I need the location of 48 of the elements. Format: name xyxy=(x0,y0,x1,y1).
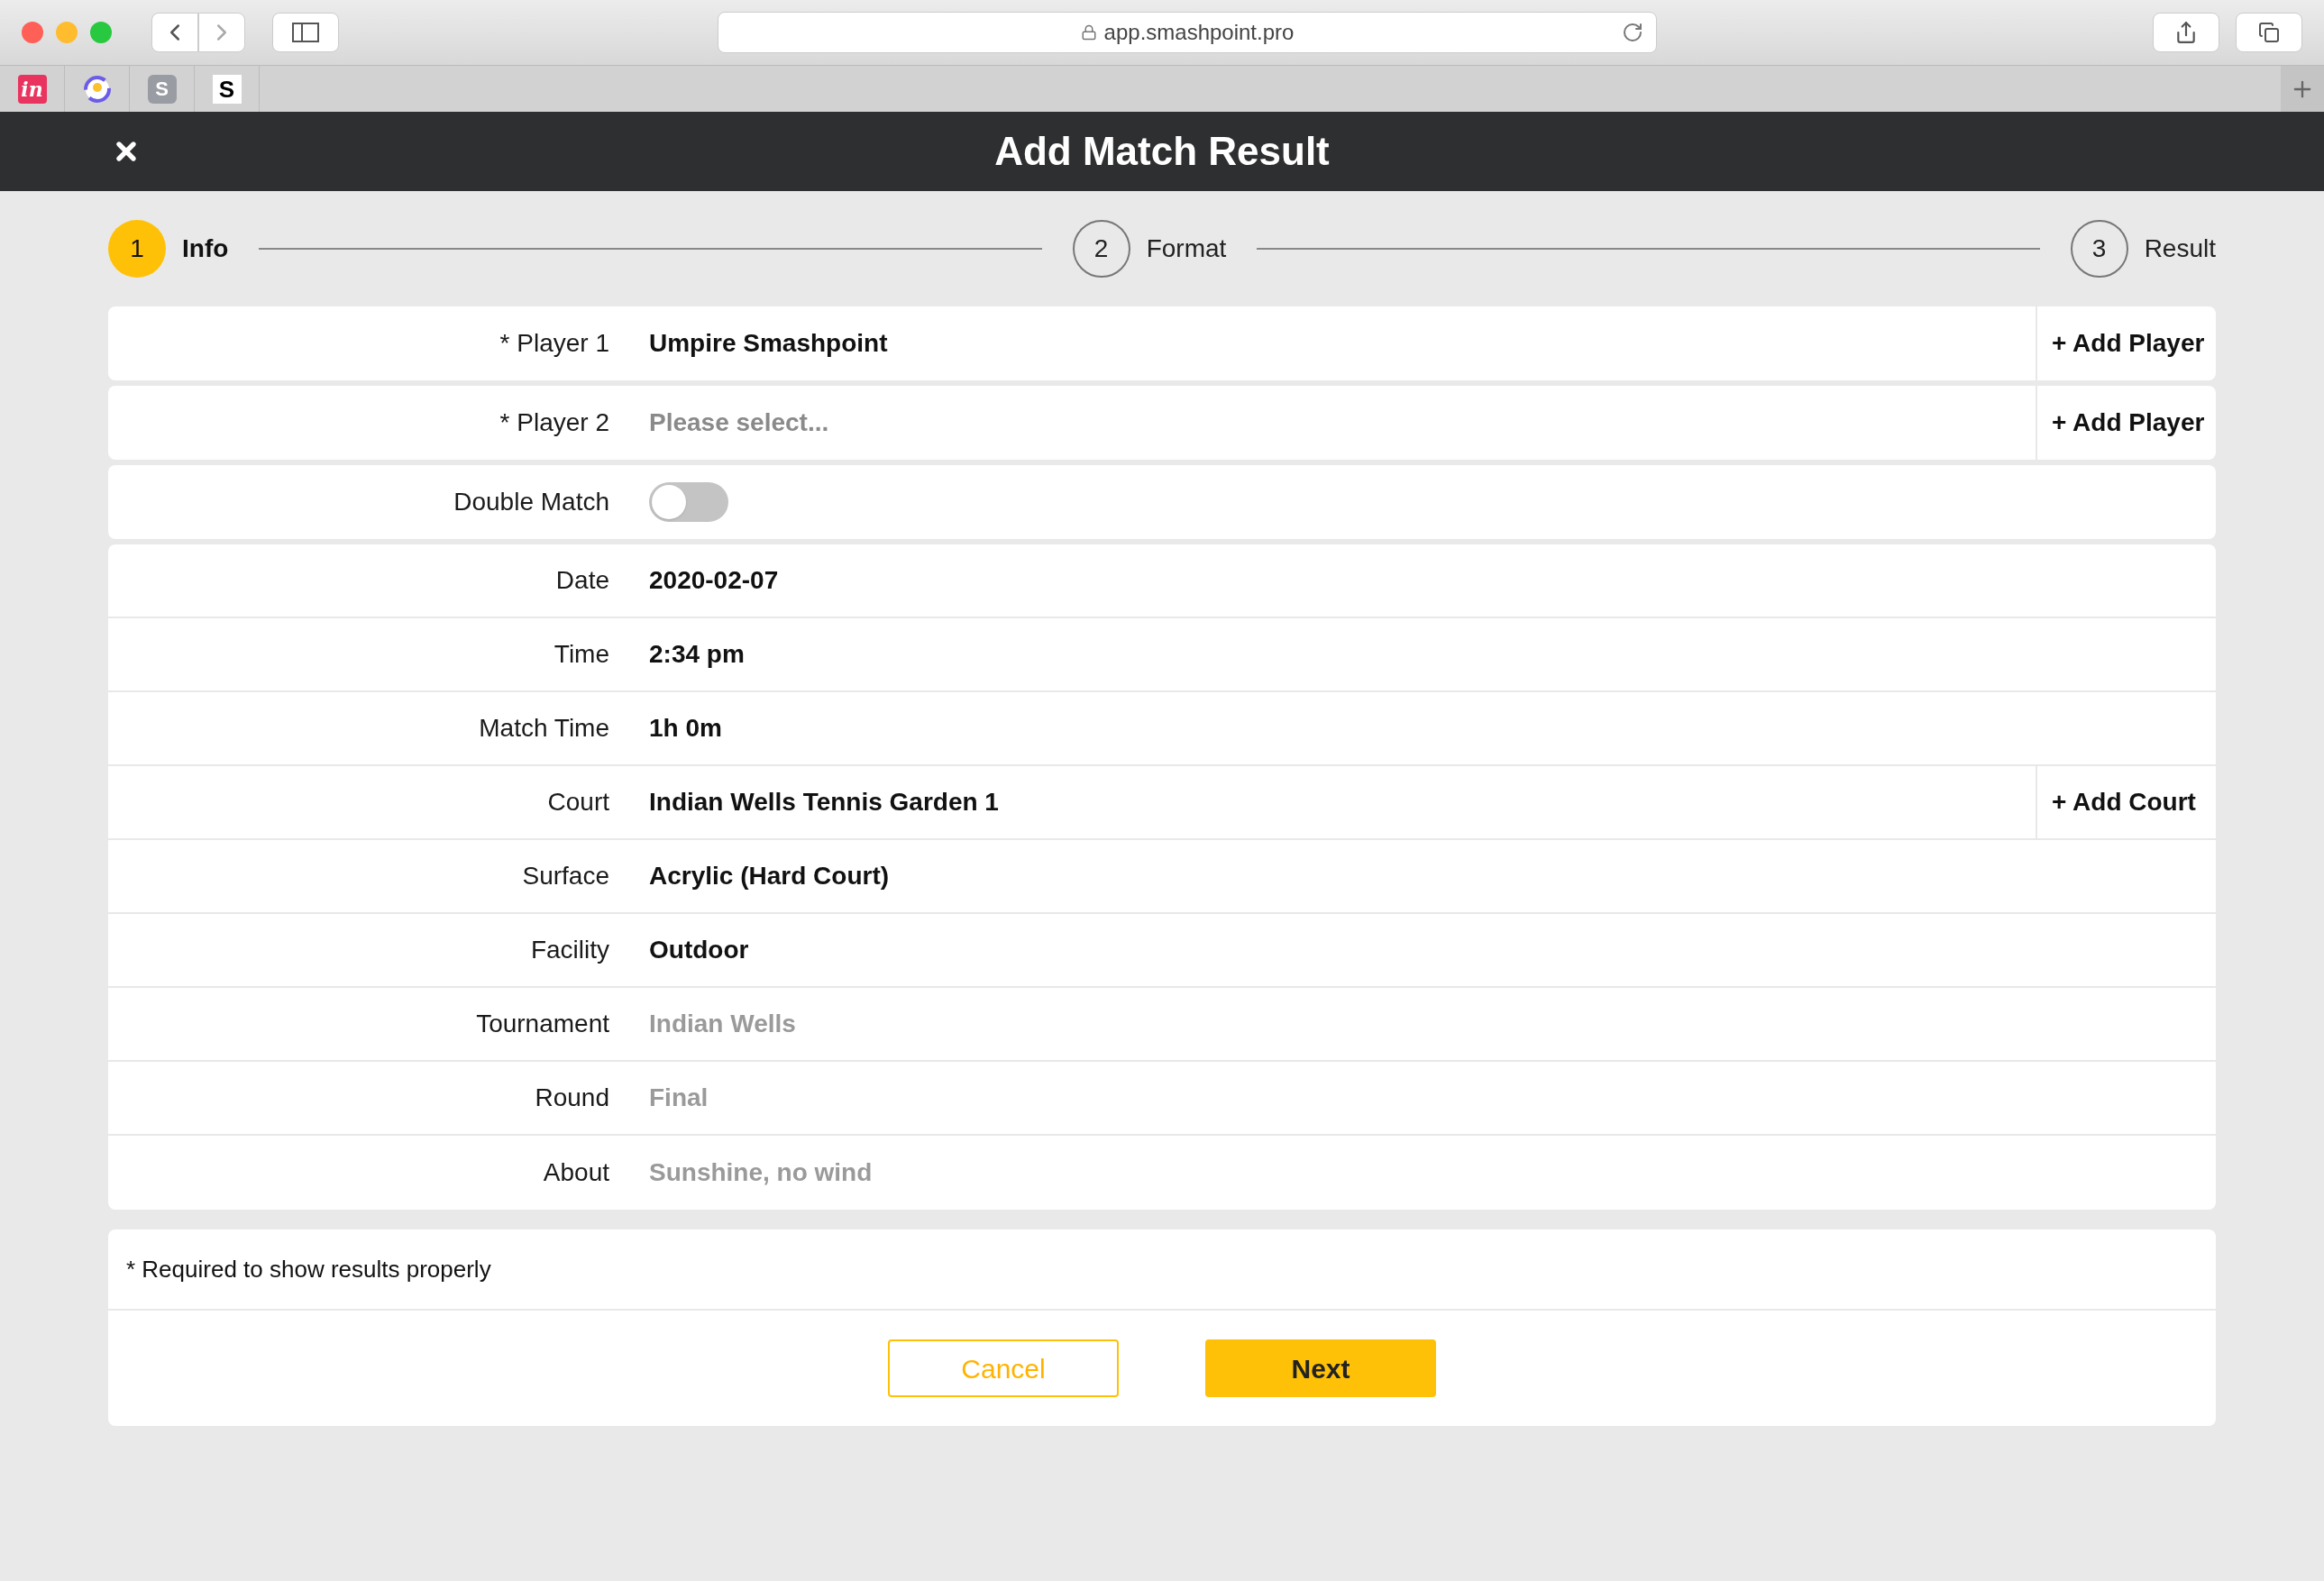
next-button[interactable]: Next xyxy=(1205,1339,1436,1397)
add-button[interactable]: + Add Player xyxy=(2036,306,2216,380)
ring-logo-icon[interactable] xyxy=(82,74,112,104)
add-button[interactable]: + Add Court xyxy=(2036,766,2216,838)
required-note: * Required to show results properly xyxy=(126,1254,491,1284)
sidebar-button[interactable] xyxy=(272,13,339,52)
tabs-icon xyxy=(2258,22,2280,43)
select-field[interactable]: 2:34 pm xyxy=(649,635,745,673)
field-label: Surface xyxy=(522,861,609,891)
field-label: Facility xyxy=(530,935,609,965)
field-label: * Player 2 xyxy=(499,407,609,438)
page-title: Add Match Result xyxy=(994,128,1330,175)
app-logo-icon[interactable]: S xyxy=(212,74,242,104)
select-field[interactable]: Indian Wells Tennis Garden 1 xyxy=(649,783,999,821)
field-label: Double Match xyxy=(453,487,609,517)
step-tab[interactable]: 1 Info xyxy=(108,220,229,278)
tabs-button[interactable] xyxy=(2236,13,2302,52)
add-button[interactable]: + Add Player xyxy=(2036,386,2216,460)
field-label: Date xyxy=(555,565,609,596)
lock-icon xyxy=(1080,24,1097,41)
sidebar-icon xyxy=(292,23,319,42)
new-tab-button[interactable] xyxy=(2281,66,2324,112)
field-label: Tournament xyxy=(476,1009,609,1039)
step-tab[interactable]: 3 Result xyxy=(2070,220,2216,278)
step-tab[interactable]: 2 Format xyxy=(1072,220,1227,278)
toggle-switch[interactable] xyxy=(649,482,728,522)
select-field[interactable]: Outdoor xyxy=(649,931,749,969)
close-window-icon[interactable] xyxy=(22,22,43,43)
input-field[interactable]: Final xyxy=(649,1079,2216,1117)
field-label: Match Time xyxy=(479,713,609,744)
select-field[interactable]: Acrylic (Hard Court) xyxy=(649,857,890,895)
app-logo-icon[interactable]: in xyxy=(17,74,47,104)
share-button[interactable] xyxy=(2153,13,2219,52)
field-label: About xyxy=(543,1157,609,1188)
share-icon xyxy=(2174,21,2198,44)
input-field[interactable]: Indian Wells xyxy=(649,1005,2216,1043)
reload-icon[interactable] xyxy=(1622,22,1643,43)
field-label: Round xyxy=(535,1083,609,1113)
back-button[interactable] xyxy=(151,13,198,52)
select-field[interactable]: Umpire Smashpoint xyxy=(649,324,888,362)
select-field[interactable]: 2020-02-07 xyxy=(649,562,779,599)
input-field[interactable]: Sunshine, no wind xyxy=(649,1154,2216,1192)
field-label: Court xyxy=(547,787,609,818)
field-label: * Player 1 xyxy=(499,328,609,359)
url-text: app.smashpoint.pro xyxy=(1103,19,1295,46)
field-label: Time xyxy=(554,639,609,670)
select-field[interactable]: 1h 0m xyxy=(649,709,722,747)
address-bar[interactable]: app.smashpoint.pro xyxy=(718,12,1657,53)
